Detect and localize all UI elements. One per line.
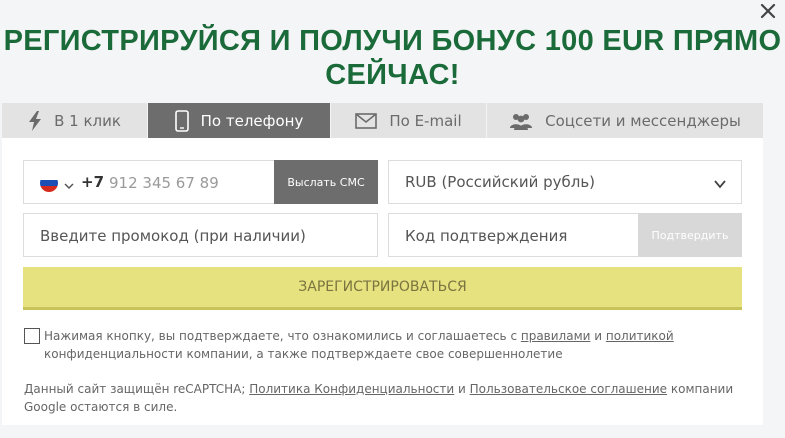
registration-tabs: В 1 клик По телефону По E-mail Соцсети и…	[2, 103, 763, 138]
policy-link[interactable]: политикой	[606, 329, 674, 343]
headline-line2: СЕЙЧАС!	[325, 59, 460, 91]
tab-phone[interactable]: По телефону	[148, 103, 331, 138]
promo-input[interactable]	[40, 223, 360, 249]
registration-card: В 1 клик По телефону По E-mail Соцсети и…	[2, 103, 763, 425]
page-title: РЕГИСТРИРУЙСЯ И ПОЛУЧИ БОНУС 100 EUR ПРЯ…	[0, 24, 785, 92]
chevron-down-icon[interactable]	[64, 176, 74, 190]
register-button[interactable]: ЗАРЕГИСТРИРОВАТЬСЯ	[23, 267, 742, 310]
chevron-down-icon	[713, 176, 727, 190]
tab-one-click-label: В 1 клик	[54, 111, 121, 130]
tab-one-click[interactable]: В 1 клик	[2, 103, 148, 138]
registration-modal: РЕГИСТРИРУЙСЯ И ПОЛУЧИ БОНУС 100 EUR ПРЯ…	[0, 0, 785, 438]
phone-input[interactable]	[109, 170, 289, 196]
recaptcha-text-part1: Данный сайт защищён reCAPTCHA;	[24, 382, 250, 396]
currency-select[interactable]: RUB (Российский рубль)	[388, 160, 742, 204]
headline-line1: РЕГИСТРИРУЙСЯ И ПОЛУЧИ БОНУС 100 EUR ПРЯ…	[3, 25, 782, 57]
user-agreement-link[interactable]: Пользовательское соглашение	[470, 382, 667, 396]
close-icon[interactable]	[757, 0, 779, 22]
recaptcha-notice: Данный сайт защищён reCAPTCHA; Политика …	[24, 380, 754, 416]
terms-text-part1: Нажимая кнопку, вы подтверждаете, что оз…	[44, 329, 521, 343]
terms-block: Нажимая кнопку, вы подтверждаете, что оз…	[24, 327, 744, 363]
confirmation-code-input[interactable]	[405, 223, 625, 249]
tab-email-label: По E-mail	[389, 111, 462, 130]
users-icon	[509, 112, 533, 130]
promo-field	[23, 213, 378, 257]
phone-prefix: +7	[81, 173, 105, 191]
lightning-icon	[28, 110, 42, 131]
rules-link[interactable]: правилами	[521, 329, 591, 343]
terms-and: и	[590, 329, 606, 343]
terms-text-part2: конфиденциальности компании, а также под…	[44, 347, 563, 361]
code-field: Подтвердить	[388, 213, 742, 257]
envelope-icon	[355, 112, 378, 129]
phone-icon	[174, 109, 189, 132]
tab-social[interactable]: Соцсети и мессенджеры	[487, 103, 763, 138]
tab-phone-label: По телефону	[200, 111, 304, 130]
recaptcha-and: и	[454, 382, 470, 396]
tab-email[interactable]: По E-mail	[331, 103, 487, 138]
terms-checkbox[interactable]	[24, 328, 40, 344]
terms-text: Нажимая кнопку, вы подтверждаете, что оз…	[24, 327, 744, 363]
privacy-policy-link[interactable]: Политика Конфиденциальности	[249, 382, 454, 396]
russia-flag-icon[interactable]	[40, 174, 58, 192]
phone-field: +7 Выслать СМС	[23, 160, 378, 204]
currency-value: RUB (Российский рубль)	[405, 173, 596, 191]
confirm-button[interactable]: Подтвердить	[638, 213, 742, 257]
tab-social-label: Соцсети и мессенджеры	[545, 111, 741, 130]
send-sms-button[interactable]: Выслать СМС	[274, 160, 378, 204]
